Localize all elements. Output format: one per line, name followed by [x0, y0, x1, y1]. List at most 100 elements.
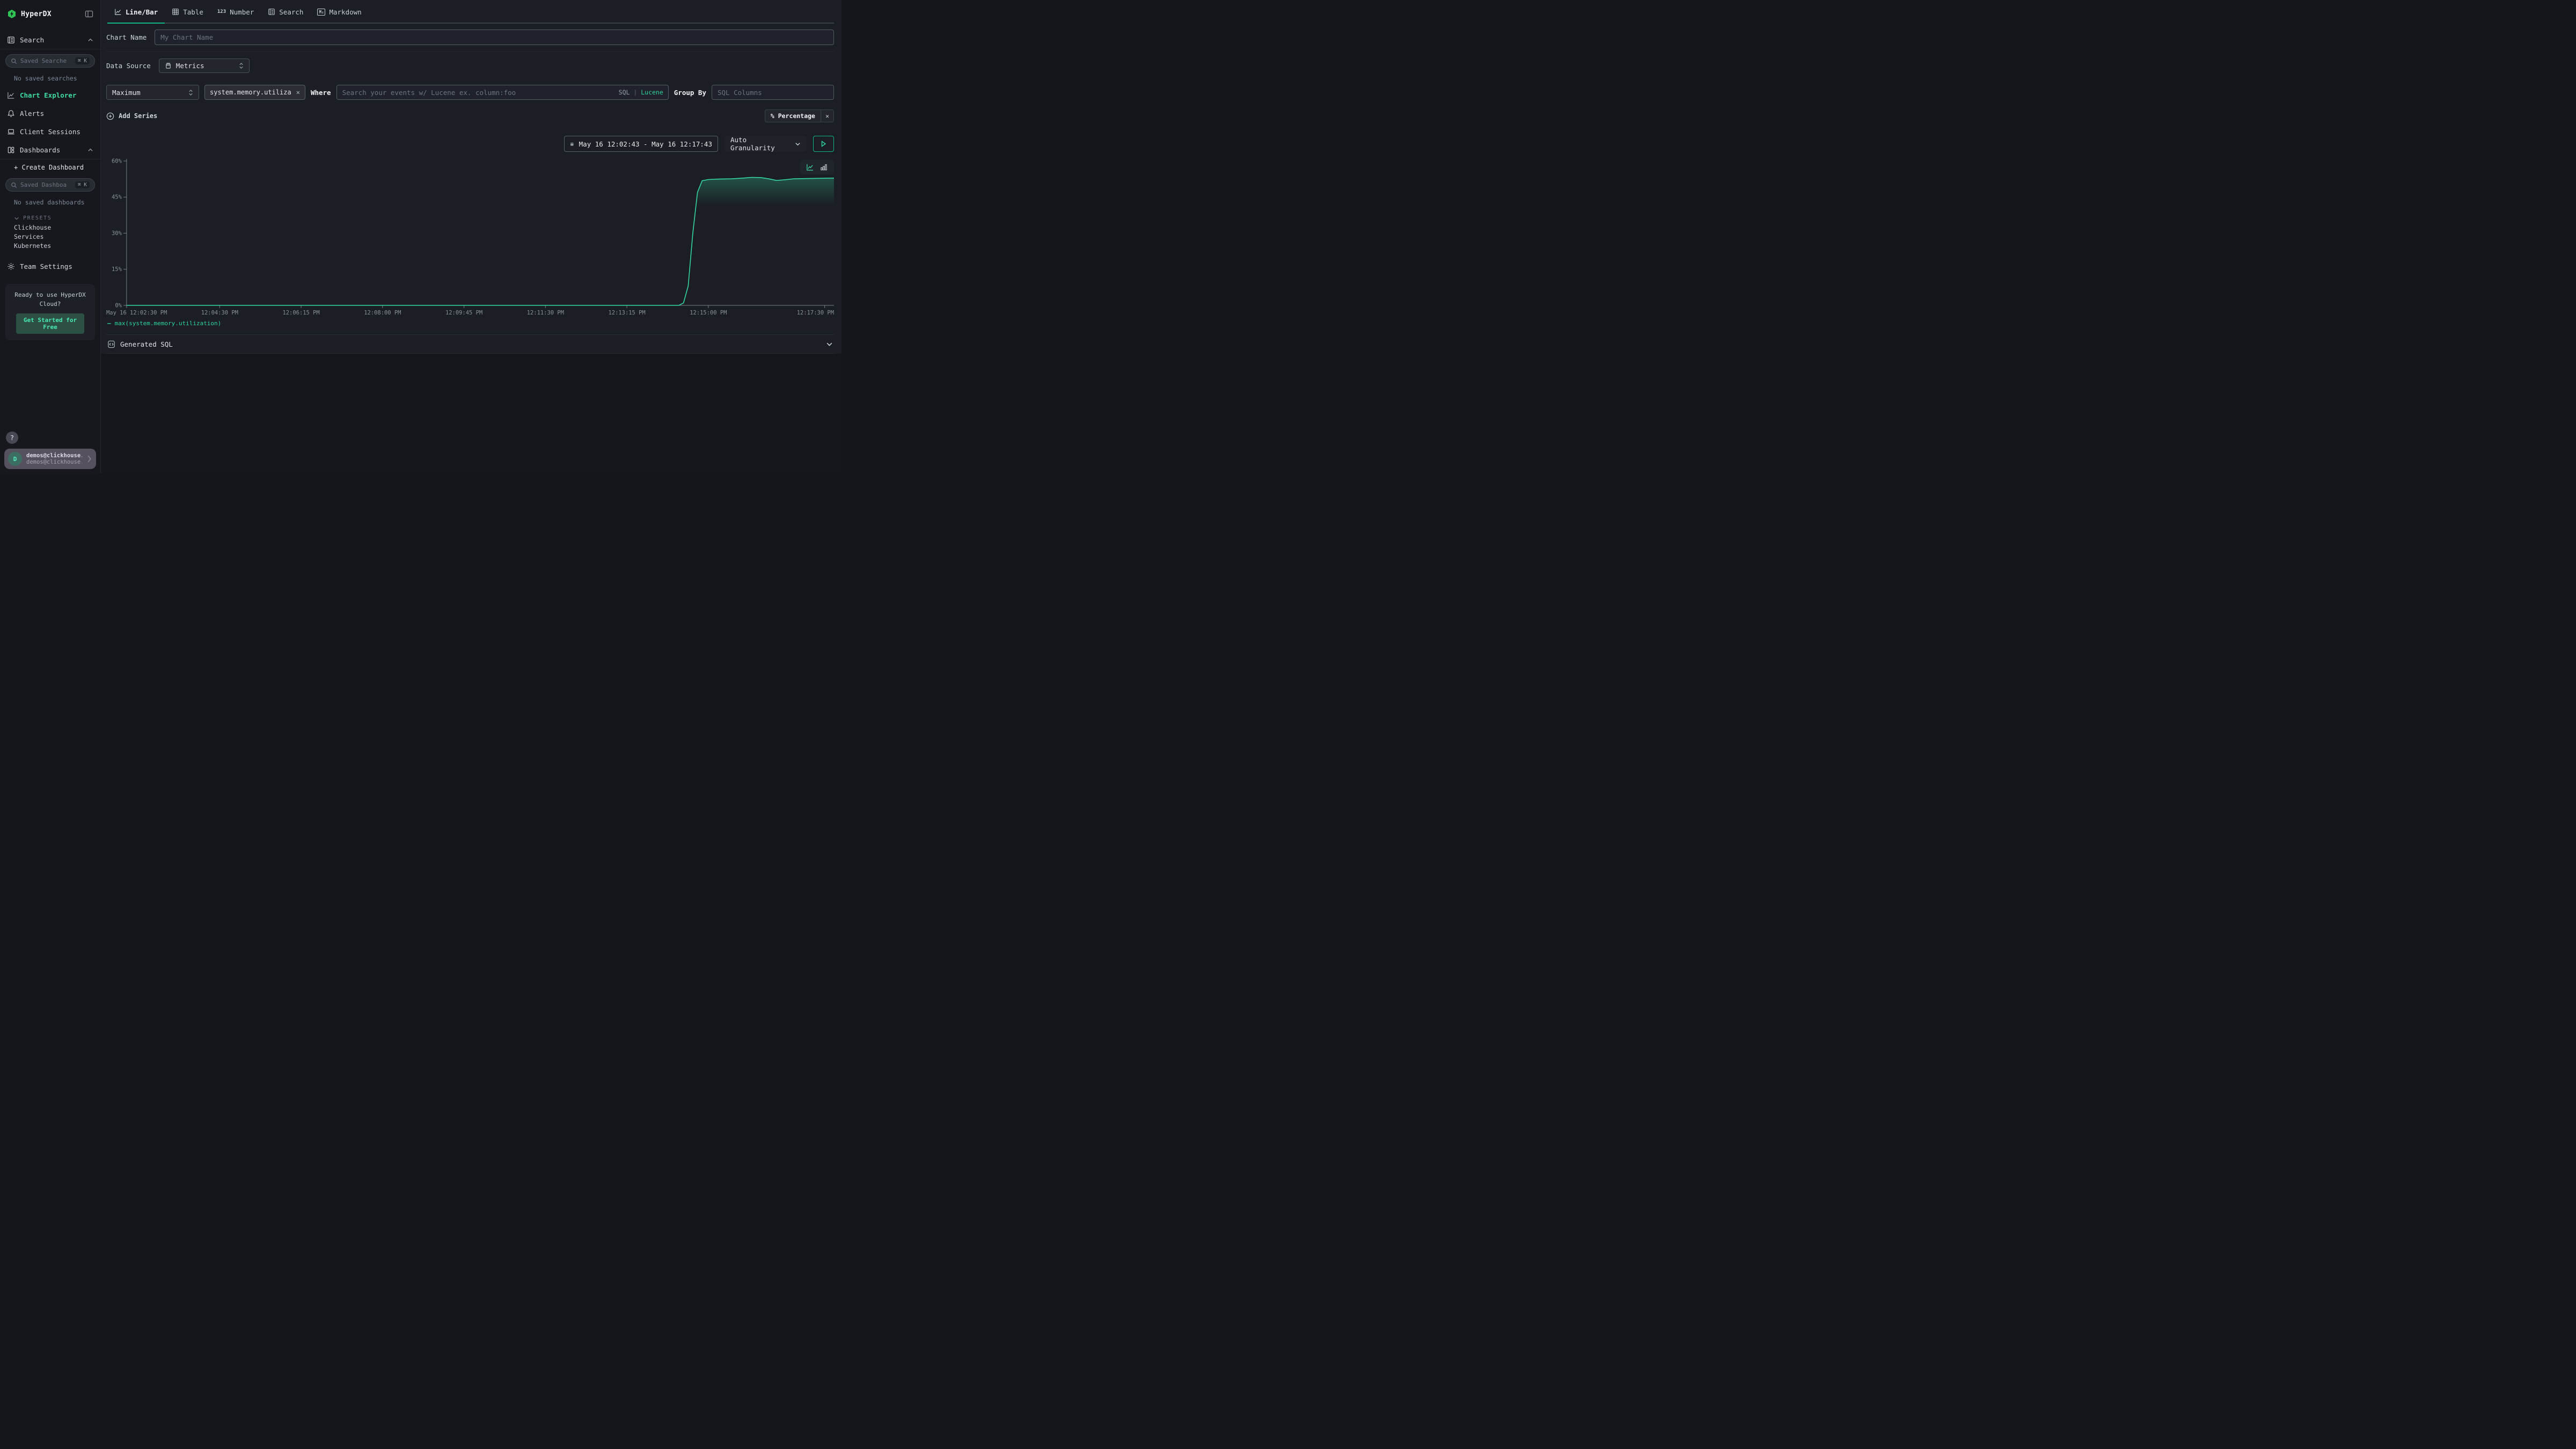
sidebar-item-team-settings[interactable]: Team Settings [0, 257, 100, 275]
group-by-label: Group By [674, 89, 706, 97]
create-dashboard-button[interactable]: + Create Dashboard [0, 159, 100, 173]
chart-form: Chart Name Data Source Metrics [101, 24, 841, 354]
main-area: Line/Bar Table 123 Number [101, 0, 841, 473]
sidebar: HyperDX Search ⌘ K No s [0, 0, 101, 473]
chevron-down-icon [826, 341, 833, 348]
tab-line-bar[interactable]: Line/Bar [107, 0, 165, 24]
sidebar-item-search[interactable]: Search [0, 31, 100, 49]
search-icon [11, 182, 17, 188]
logs-icon [268, 8, 275, 16]
presets-label: PRESETS [23, 215, 52, 221]
granularity-select[interactable]: Auto Granularity [724, 136, 807, 152]
svg-text:12:04:30 PM: 12:04:30 PM [201, 310, 238, 316]
tab-markdown[interactable]: M↓ Markdown [310, 0, 368, 24]
chevron-down-icon [795, 141, 801, 147]
chart-name-input[interactable] [155, 30, 834, 45]
group-by-input[interactable] [712, 85, 834, 100]
line-chart-toggle-icon[interactable] [806, 163, 814, 171]
cloud-promo-card: Ready to use HyperDX Cloud? Get Started … [5, 284, 95, 340]
granularity-value: Auto Granularity [730, 136, 788, 152]
no-saved-dashboards-text: No saved dashboards [14, 199, 100, 206]
chart-name-label: Chart Name [106, 33, 147, 41]
svg-text:12:17:30 PM: 12:17:30 PM [797, 310, 834, 316]
layout-grid-icon [7, 146, 15, 154]
utilization-chart[interactable]: 0%15%30%45%60%May 16 12:02:30 PM12:04:30… [106, 157, 834, 319]
svg-text:12:09:45 PM: 12:09:45 PM [445, 310, 482, 316]
avatar: D [8, 452, 22, 466]
svg-text:12:08:00 PM: 12:08:00 PM [364, 310, 401, 316]
query-language-toggle: SQL | Lucene [619, 89, 663, 96]
one-two-three-icon: 123 [217, 9, 226, 14]
tab-number[interactable]: 123 Number [210, 0, 261, 24]
svg-text:12:11:30 PM: 12:11:30 PM [527, 310, 564, 316]
svg-text:30%: 30% [112, 230, 122, 237]
markdown-icon: M↓ [317, 9, 325, 16]
sidebar-item-label: Chart Explorer [20, 91, 76, 99]
toggle-separator: | [633, 89, 641, 96]
chevron-down-icon [14, 216, 19, 221]
lucene-toggle[interactable]: Lucene [641, 89, 663, 96]
saved-searches-input[interactable] [20, 57, 67, 64]
run-query-button[interactable] [813, 136, 834, 152]
aggregation-select[interactable]: Maximum [106, 85, 199, 100]
preset-item-kubernetes[interactable]: Kubernetes [0, 241, 100, 251]
bar-chart-toggle-icon[interactable] [820, 163, 828, 171]
date-range-input[interactable]: May 16 12:02:43 - May 16 12:17:43 [564, 136, 718, 152]
table-icon [172, 8, 179, 16]
percentage-remove-button[interactable]: ✕ [821, 110, 833, 122]
chart-style-toggle [800, 160, 834, 174]
sidebar-bottom: ? D demos@clickhouse.com demos@clickhous… [0, 431, 100, 473]
sidebar-item-label: Client Sessions [20, 128, 80, 136]
add-series-button[interactable]: Add Series [106, 112, 157, 120]
line-chart-icon [114, 8, 122, 16]
collapse-sidebar-icon[interactable] [85, 10, 93, 18]
user-menu[interactable]: D demos@clickhouse.com demos@clickhouse.… [4, 449, 96, 469]
svg-text:12:06:15 PM: 12:06:15 PM [282, 310, 319, 316]
sidebar-item-chart-explorer[interactable]: Chart Explorer [0, 86, 100, 104]
chart-builder-panel: Line/Bar Table 123 Number [101, 0, 841, 354]
user-team: demos@clickhouse.com's [26, 459, 82, 465]
aggregation-value: Maximum [112, 89, 141, 97]
saved-searches-pill[interactable]: ⌘ K [5, 54, 95, 68]
chevron-up-icon [87, 37, 93, 43]
saved-dashboards-pill[interactable]: ⌘ K [5, 178, 95, 192]
sidebar-item-label: Search [20, 36, 44, 44]
metric-chip-label: system.memory.utiliza [210, 89, 291, 96]
generated-sql-toggle[interactable]: Generated SQL [106, 334, 834, 354]
sql-toggle[interactable]: SQL [619, 89, 630, 96]
sidebar-item-dashboards[interactable]: Dashboards [0, 141, 100, 159]
tab-search[interactable]: Search [261, 0, 310, 24]
get-started-button[interactable]: Get Started for Free [16, 313, 84, 334]
chart-container: 0%15%30%45%60%May 16 12:02:30 PM12:04:30… [106, 157, 834, 327]
svg-text:60%: 60% [112, 158, 122, 164]
generated-sql-label: Generated SQL [120, 340, 173, 348]
legend-swatch: — [107, 320, 111, 327]
remove-metric-icon[interactable]: ✕ [296, 89, 300, 96]
database-icon [165, 62, 172, 69]
chevron-up-icon [87, 147, 93, 153]
select-chevrons-icon [239, 62, 244, 69]
calendar-icon [570, 141, 574, 148]
promo-text: Ready to use HyperDX Cloud? [10, 290, 91, 309]
search-icon [11, 58, 17, 64]
sidebar-item-label: Alerts [20, 109, 44, 118]
sidebar-item-alerts[interactable]: Alerts [0, 104, 100, 122]
user-texts: demos@clickhouse.com demos@clickhouse.co… [26, 452, 82, 465]
presets-toggle[interactable]: PRESETS [0, 210, 100, 223]
plus-circle-icon [106, 112, 114, 120]
metric-chip[interactable]: system.memory.utiliza ✕ [204, 85, 305, 100]
preset-item-services[interactable]: Services [0, 232, 100, 241]
percentage-button[interactable]: % Percentage [765, 110, 821, 122]
laptop-icon [7, 128, 15, 136]
saved-dashboards-input[interactable] [20, 181, 67, 188]
data-source-select[interactable]: Metrics [159, 58, 250, 73]
legend-label: max(system.memory.utilization) [115, 320, 222, 327]
help-button[interactable]: ? [6, 431, 18, 444]
sidebar-item-client-sessions[interactable]: Client Sessions [0, 122, 100, 141]
play-icon [821, 141, 826, 147]
chart-line-icon [7, 91, 15, 99]
tab-table[interactable]: Table [165, 0, 210, 24]
preset-item-clickhouse[interactable]: Clickhouse [0, 223, 100, 232]
svg-text:0%: 0% [115, 302, 122, 309]
svg-text:45%: 45% [112, 194, 122, 201]
